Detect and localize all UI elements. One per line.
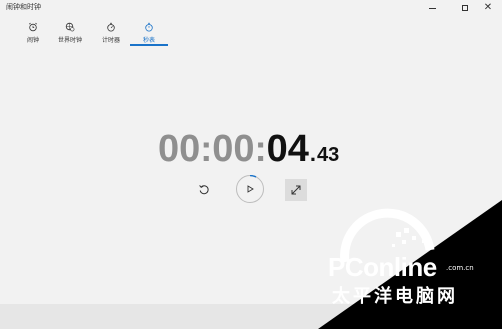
watermark-domain: .com.cn — [446, 264, 474, 272]
watermark-brand: PConline — [328, 252, 437, 282]
app-window: 闹钟和时钟 ✕ 闹钟 世界时钟 计时器 秒表 00: 00: 04 . 43… — [0, 0, 502, 329]
watermark-chinese: 太平洋电脑网 — [332, 286, 458, 307]
